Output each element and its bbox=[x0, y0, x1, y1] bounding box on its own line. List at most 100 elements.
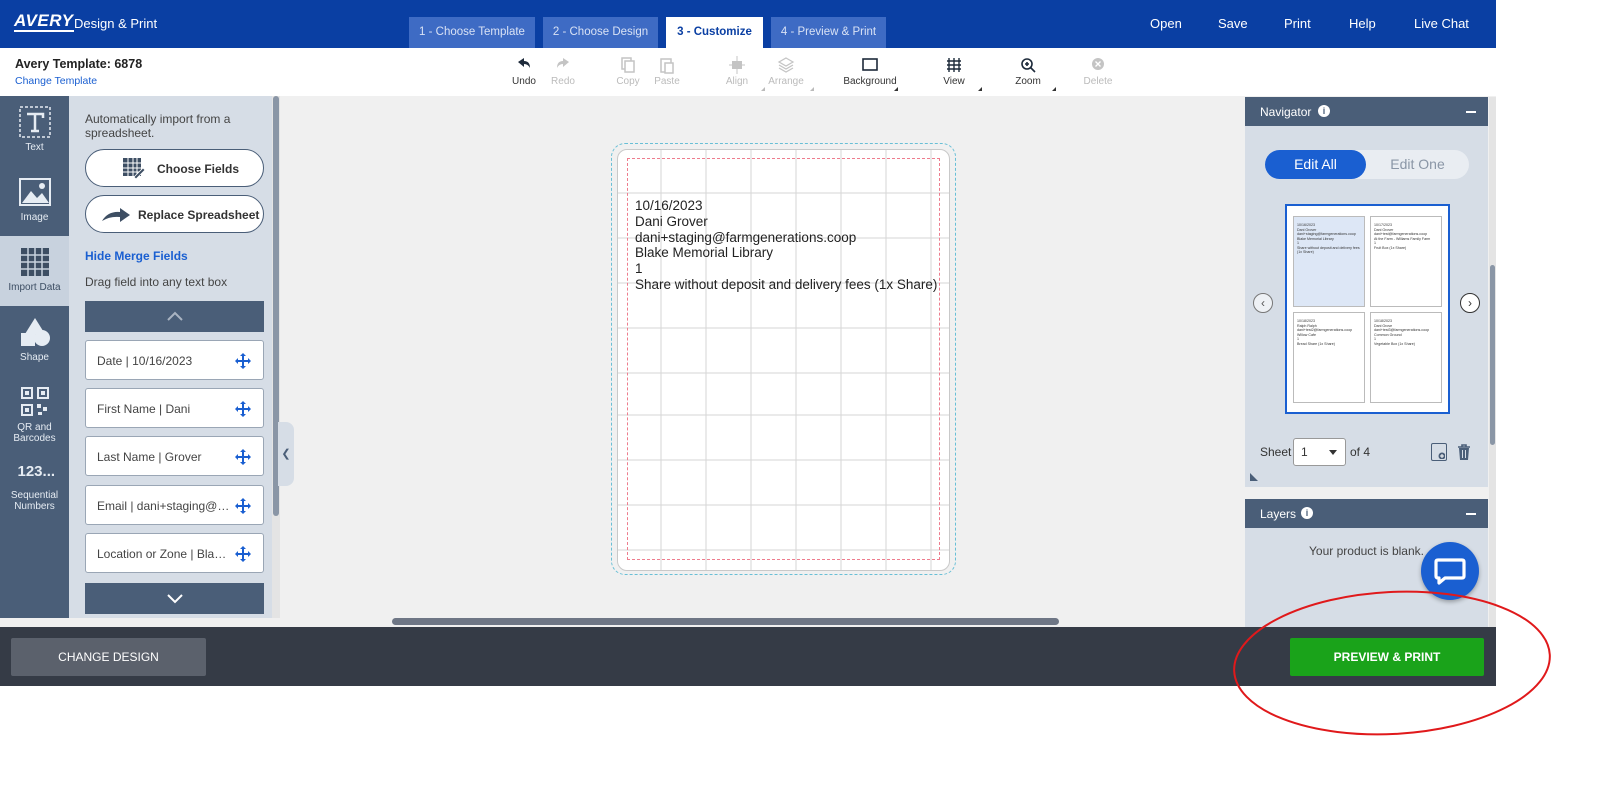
panel-scrollbar[interactable] bbox=[272, 96, 280, 618]
arrange-button[interactable]: Arrange bbox=[756, 54, 816, 91]
merge-field-email[interactable]: Email | dani+staging@farmgenerations.coo… bbox=[85, 485, 264, 525]
delete-button[interactable]: Delete bbox=[1068, 54, 1128, 87]
rail-item-shape[interactable]: Shape bbox=[0, 306, 69, 376]
change-template-link[interactable]: Change Template bbox=[15, 75, 97, 87]
preview-print-button[interactable]: PREVIEW & PRINT bbox=[1290, 638, 1484, 676]
replace-spreadsheet-button[interactable]: Replace Spreadsheet bbox=[85, 195, 264, 233]
info-icon[interactable]: i bbox=[1318, 105, 1330, 117]
move-icon[interactable] bbox=[234, 545, 252, 563]
label-line-share: Share without deposit and delivery fees … bbox=[635, 276, 938, 292]
redo-label: Redo bbox=[551, 76, 575, 87]
app-name: Design & Print bbox=[74, 16, 158, 31]
thumb-line: dani+test3@farmgenerations.coop bbox=[1374, 328, 1430, 332]
add-sheet-icon[interactable] bbox=[1431, 443, 1447, 461]
change-design-button[interactable]: CHANGE DESIGN bbox=[11, 638, 206, 676]
merge-field-location[interactable]: Location or Zone | Blake Memorial Librar… bbox=[85, 533, 264, 573]
editor-toolbar: Avery Template: 6878 Change Template Und… bbox=[0, 48, 1496, 96]
sheet-select-value: 1 bbox=[1301, 445, 1308, 459]
thumb-label-3[interactable]: 10/18/2023 Ralph Ralph dani+test2@farmge… bbox=[1293, 312, 1365, 403]
merge-field-text: Last Name | Grover bbox=[97, 450, 202, 464]
info-icon[interactable]: i bbox=[1301, 507, 1313, 519]
drag-hint-text: Drag field into any text box bbox=[85, 275, 228, 289]
merge-field-text: Location or Zone | Blake Memorial Librar… bbox=[97, 547, 231, 561]
thumb-line: dani+staging@farmgenerations.coop bbox=[1297, 232, 1356, 236]
resize-grip-icon[interactable] bbox=[1250, 473, 1258, 481]
arrange-caret bbox=[810, 87, 814, 91]
open-link[interactable]: Open bbox=[1150, 16, 1182, 31]
shape-icon bbox=[20, 318, 50, 346]
minimize-icon[interactable] bbox=[1466, 111, 1476, 113]
thumb-line: Vegetable Box (1x Share) bbox=[1374, 341, 1415, 346]
prev-sheet-button[interactable]: ‹ bbox=[1253, 293, 1273, 313]
view-button[interactable]: View bbox=[924, 54, 984, 91]
fields-scroll-up-button[interactable] bbox=[85, 301, 264, 332]
label-line-date: 10/16/2023 bbox=[635, 198, 703, 213]
move-icon[interactable] bbox=[234, 352, 252, 370]
move-icon[interactable] bbox=[234, 400, 252, 418]
label-line-name: Dani Grover bbox=[635, 213, 708, 229]
paste-label: Paste bbox=[654, 76, 680, 87]
save-link[interactable]: Save bbox=[1218, 16, 1248, 31]
zoom-button[interactable]: Zoom bbox=[998, 54, 1058, 91]
redo-icon bbox=[557, 58, 569, 68]
label-line-email: dani+staging@farmgenerations.coop bbox=[635, 229, 857, 245]
label-text-box[interactable]: 10/16/2023 Dani Grover dani+staging@farm… bbox=[635, 198, 937, 293]
tab-customize[interactable]: 3 - Customize bbox=[666, 17, 763, 48]
layers-title: Layers bbox=[1260, 507, 1297, 521]
background-caret bbox=[894, 87, 898, 91]
thumb-line: Share without deposit and delivery fees … bbox=[1297, 245, 1360, 255]
rail-item-qr-barcodes[interactable]: QR and Barcodes bbox=[0, 376, 69, 446]
fields-scroll-down-button[interactable] bbox=[85, 583, 264, 614]
edit-all-button[interactable]: Edit All bbox=[1265, 150, 1366, 179]
sheet-select[interactable]: 1 bbox=[1293, 438, 1346, 466]
right-scroll-thumb[interactable] bbox=[1490, 265, 1495, 445]
hide-merge-fields-link[interactable]: Hide Merge Fields bbox=[85, 249, 188, 263]
trash-icon[interactable] bbox=[1456, 443, 1472, 461]
thumb-label-1[interactable]: 10/16/2023 Dani Grover dani+staging@farm… bbox=[1293, 216, 1365, 307]
thumb-label-4[interactable]: 10/18/2023 Dani Grove dani+test3@farmgen… bbox=[1370, 312, 1442, 403]
import-data-panel: Automatically import from a spreadsheet.… bbox=[69, 96, 272, 618]
chat-bubble-icon bbox=[1434, 558, 1466, 585]
merge-field-date[interactable]: Date | 10/16/2023 bbox=[85, 340, 264, 380]
rail-item-text[interactable]: Text bbox=[0, 96, 69, 166]
share-arrow-icon bbox=[102, 208, 130, 222]
arrange-icon bbox=[777, 57, 795, 73]
redo-button[interactable]: Redo bbox=[533, 54, 593, 87]
rail-item-import-data[interactable]: Import Data bbox=[0, 236, 69, 306]
edit-one-button[interactable]: Edit One bbox=[1366, 150, 1469, 179]
thumb-label-2[interactable]: 10/17/2023 Dani Grover dani+test@farmgen… bbox=[1370, 216, 1442, 307]
print-link[interactable]: Print bbox=[1284, 16, 1311, 31]
canvas-horizontal-scrollbar[interactable] bbox=[392, 618, 1059, 625]
move-icon[interactable] bbox=[234, 497, 252, 515]
paste-button[interactable]: Paste bbox=[637, 54, 697, 87]
thumb-line: dani+test2@farmgenerations.coop bbox=[1297, 328, 1353, 332]
tab-choose-template[interactable]: 1 - Choose Template bbox=[409, 17, 535, 48]
collapse-panel-button[interactable]: ❮ bbox=[278, 422, 294, 486]
live-chat-button[interactable] bbox=[1421, 542, 1479, 600]
merge-field-first-name[interactable]: First Name | Dani bbox=[85, 388, 264, 428]
qr-code-icon bbox=[20, 387, 49, 416]
rail-item-sequential-numbers[interactable]: 123... Sequential Numbers bbox=[0, 446, 69, 516]
right-scrollbar[interactable] bbox=[1489, 97, 1496, 627]
thumb-line: Fruit Box (1x Share) bbox=[1374, 245, 1407, 250]
next-sheet-button[interactable]: › bbox=[1460, 293, 1480, 313]
choose-fields-button[interactable]: Choose Fields bbox=[85, 149, 264, 187]
live-chat-link[interactable]: Live Chat bbox=[1414, 16, 1469, 31]
rail-label-image: Image bbox=[20, 212, 49, 223]
sheet-thumbnail[interactable]: 10/16/2023 Dani Grover dani+staging@farm… bbox=[1285, 204, 1450, 414]
rail-label-sequential-numbers: Sequential Numbers bbox=[10, 490, 59, 512]
zoom-label: Zoom bbox=[1015, 76, 1041, 87]
delete-icon bbox=[1092, 58, 1104, 70]
help-link[interactable]: Help bbox=[1349, 16, 1376, 31]
chevron-left-icon: ‹ bbox=[1261, 296, 1265, 310]
minimize-icon[interactable] bbox=[1466, 513, 1476, 515]
merge-field-last-name[interactable]: Last Name | Grover bbox=[85, 436, 264, 476]
rail-item-image[interactable]: Image bbox=[0, 166, 69, 236]
move-icon[interactable] bbox=[234, 448, 252, 466]
merge-field-text: First Name | Dani bbox=[97, 402, 191, 416]
tab-choose-design[interactable]: 2 - Choose Design bbox=[543, 17, 658, 48]
tab-preview-print[interactable]: 4 - Preview & Print bbox=[771, 17, 886, 48]
avery-logo[interactable]: AVERY bbox=[14, 12, 74, 32]
sheet-label: Sheet bbox=[1260, 445, 1292, 459]
background-button[interactable]: Background bbox=[840, 54, 900, 91]
